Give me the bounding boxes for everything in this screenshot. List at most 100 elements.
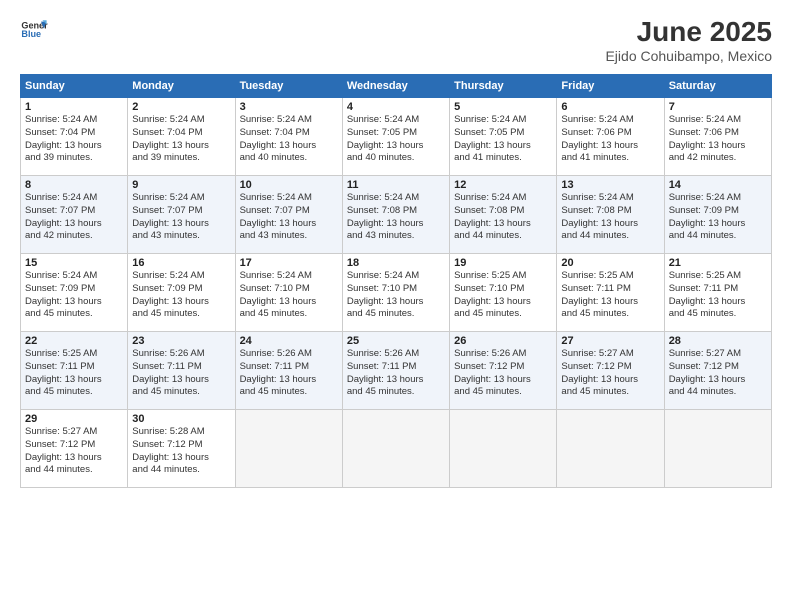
week-row-3: 15Sunrise: 5:24 AMSunset: 7:09 PMDayligh… [21,254,772,332]
day-number: 20 [561,257,659,269]
day-cell: 16Sunrise: 5:24 AMSunset: 7:09 PMDayligh… [128,254,235,332]
day-cell [342,410,449,488]
header: General Blue June 2025 Ejido Cohuibampo,… [20,16,772,64]
day-cell: 21Sunrise: 5:25 AMSunset: 7:11 PMDayligh… [664,254,771,332]
day-cell [450,410,557,488]
day-number: 6 [561,101,659,113]
day-cell: 30Sunrise: 5:28 AMSunset: 7:12 PMDayligh… [128,410,235,488]
day-cell: 26Sunrise: 5:26 AMSunset: 7:12 PMDayligh… [450,332,557,410]
day-cell: 27Sunrise: 5:27 AMSunset: 7:12 PMDayligh… [557,332,664,410]
day-number: 30 [132,413,230,425]
header-row: SundayMondayTuesdayWednesdayThursdayFrid… [21,75,772,98]
day-info: Sunrise: 5:24 AMSunset: 7:07 PMDaylight:… [240,192,338,243]
day-cell: 1Sunrise: 5:24 AMSunset: 7:04 PMDaylight… [21,98,128,176]
svg-text:Blue: Blue [21,29,41,39]
day-info: Sunrise: 5:26 AMSunset: 7:12 PMDaylight:… [454,348,552,399]
day-number: 1 [25,101,123,113]
day-info: Sunrise: 5:24 AMSunset: 7:06 PMDaylight:… [561,114,659,165]
day-number: 2 [132,101,230,113]
day-info: Sunrise: 5:24 AMSunset: 7:08 PMDaylight:… [561,192,659,243]
day-cell [664,410,771,488]
day-cell: 17Sunrise: 5:24 AMSunset: 7:10 PMDayligh… [235,254,342,332]
day-number: 9 [132,179,230,191]
day-number: 15 [25,257,123,269]
day-info: Sunrise: 5:24 AMSunset: 7:05 PMDaylight:… [454,114,552,165]
col-header-saturday: Saturday [664,75,771,98]
day-info: Sunrise: 5:26 AMSunset: 7:11 PMDaylight:… [347,348,445,399]
day-info: Sunrise: 5:24 AMSunset: 7:04 PMDaylight:… [25,114,123,165]
day-cell: 8Sunrise: 5:24 AMSunset: 7:07 PMDaylight… [21,176,128,254]
day-info: Sunrise: 5:24 AMSunset: 7:07 PMDaylight:… [25,192,123,243]
day-number: 24 [240,335,338,347]
day-number: 12 [454,179,552,191]
day-info: Sunrise: 5:28 AMSunset: 7:12 PMDaylight:… [132,426,230,477]
day-number: 3 [240,101,338,113]
calendar-page: General Blue June 2025 Ejido Cohuibampo,… [0,0,792,612]
day-cell: 28Sunrise: 5:27 AMSunset: 7:12 PMDayligh… [664,332,771,410]
col-header-monday: Monday [128,75,235,98]
day-info: Sunrise: 5:24 AMSunset: 7:08 PMDaylight:… [454,192,552,243]
day-number: 21 [669,257,767,269]
day-cell: 10Sunrise: 5:24 AMSunset: 7:07 PMDayligh… [235,176,342,254]
day-number: 17 [240,257,338,269]
day-cell [235,410,342,488]
day-cell: 25Sunrise: 5:26 AMSunset: 7:11 PMDayligh… [342,332,449,410]
day-number: 25 [347,335,445,347]
week-row-4: 22Sunrise: 5:25 AMSunset: 7:11 PMDayligh… [21,332,772,410]
day-cell: 29Sunrise: 5:27 AMSunset: 7:12 PMDayligh… [21,410,128,488]
day-info: Sunrise: 5:24 AMSunset: 7:08 PMDaylight:… [347,192,445,243]
day-number: 29 [25,413,123,425]
day-info: Sunrise: 5:24 AMSunset: 7:06 PMDaylight:… [669,114,767,165]
day-cell: 13Sunrise: 5:24 AMSunset: 7:08 PMDayligh… [557,176,664,254]
day-cell: 4Sunrise: 5:24 AMSunset: 7:05 PMDaylight… [342,98,449,176]
logo-icon: General Blue [20,16,48,44]
day-cell: 5Sunrise: 5:24 AMSunset: 7:05 PMDaylight… [450,98,557,176]
subtitle: Ejido Cohuibampo, Mexico [605,48,772,64]
logo: General Blue [20,16,48,44]
day-info: Sunrise: 5:27 AMSunset: 7:12 PMDaylight:… [561,348,659,399]
day-number: 13 [561,179,659,191]
day-number: 7 [669,101,767,113]
day-number: 11 [347,179,445,191]
day-info: Sunrise: 5:24 AMSunset: 7:10 PMDaylight:… [347,270,445,321]
title-block: June 2025 Ejido Cohuibampo, Mexico [605,16,772,64]
day-cell: 7Sunrise: 5:24 AMSunset: 7:06 PMDaylight… [664,98,771,176]
day-info: Sunrise: 5:26 AMSunset: 7:11 PMDaylight:… [240,348,338,399]
day-cell: 24Sunrise: 5:26 AMSunset: 7:11 PMDayligh… [235,332,342,410]
day-cell: 12Sunrise: 5:24 AMSunset: 7:08 PMDayligh… [450,176,557,254]
day-info: Sunrise: 5:24 AMSunset: 7:09 PMDaylight:… [132,270,230,321]
day-cell [557,410,664,488]
day-info: Sunrise: 5:26 AMSunset: 7:11 PMDaylight:… [132,348,230,399]
day-info: Sunrise: 5:25 AMSunset: 7:10 PMDaylight:… [454,270,552,321]
day-cell: 15Sunrise: 5:24 AMSunset: 7:09 PMDayligh… [21,254,128,332]
day-number: 19 [454,257,552,269]
day-info: Sunrise: 5:25 AMSunset: 7:11 PMDaylight:… [669,270,767,321]
day-number: 8 [25,179,123,191]
col-header-wednesday: Wednesday [342,75,449,98]
day-number: 22 [25,335,123,347]
day-cell: 22Sunrise: 5:25 AMSunset: 7:11 PMDayligh… [21,332,128,410]
day-number: 5 [454,101,552,113]
day-info: Sunrise: 5:24 AMSunset: 7:09 PMDaylight:… [669,192,767,243]
calendar-table: SundayMondayTuesdayWednesdayThursdayFrid… [20,74,772,488]
week-row-5: 29Sunrise: 5:27 AMSunset: 7:12 PMDayligh… [21,410,772,488]
col-header-thursday: Thursday [450,75,557,98]
day-info: Sunrise: 5:25 AMSunset: 7:11 PMDaylight:… [561,270,659,321]
day-cell: 18Sunrise: 5:24 AMSunset: 7:10 PMDayligh… [342,254,449,332]
col-header-sunday: Sunday [21,75,128,98]
day-info: Sunrise: 5:24 AMSunset: 7:04 PMDaylight:… [132,114,230,165]
week-row-2: 8Sunrise: 5:24 AMSunset: 7:07 PMDaylight… [21,176,772,254]
day-cell: 14Sunrise: 5:24 AMSunset: 7:09 PMDayligh… [664,176,771,254]
day-cell: 9Sunrise: 5:24 AMSunset: 7:07 PMDaylight… [128,176,235,254]
day-number: 10 [240,179,338,191]
day-number: 16 [132,257,230,269]
day-info: Sunrise: 5:25 AMSunset: 7:11 PMDaylight:… [25,348,123,399]
day-info: Sunrise: 5:27 AMSunset: 7:12 PMDaylight:… [669,348,767,399]
day-cell: 23Sunrise: 5:26 AMSunset: 7:11 PMDayligh… [128,332,235,410]
week-row-1: 1Sunrise: 5:24 AMSunset: 7:04 PMDaylight… [21,98,772,176]
day-number: 28 [669,335,767,347]
day-number: 26 [454,335,552,347]
day-number: 27 [561,335,659,347]
day-cell: 19Sunrise: 5:25 AMSunset: 7:10 PMDayligh… [450,254,557,332]
day-info: Sunrise: 5:24 AMSunset: 7:09 PMDaylight:… [25,270,123,321]
